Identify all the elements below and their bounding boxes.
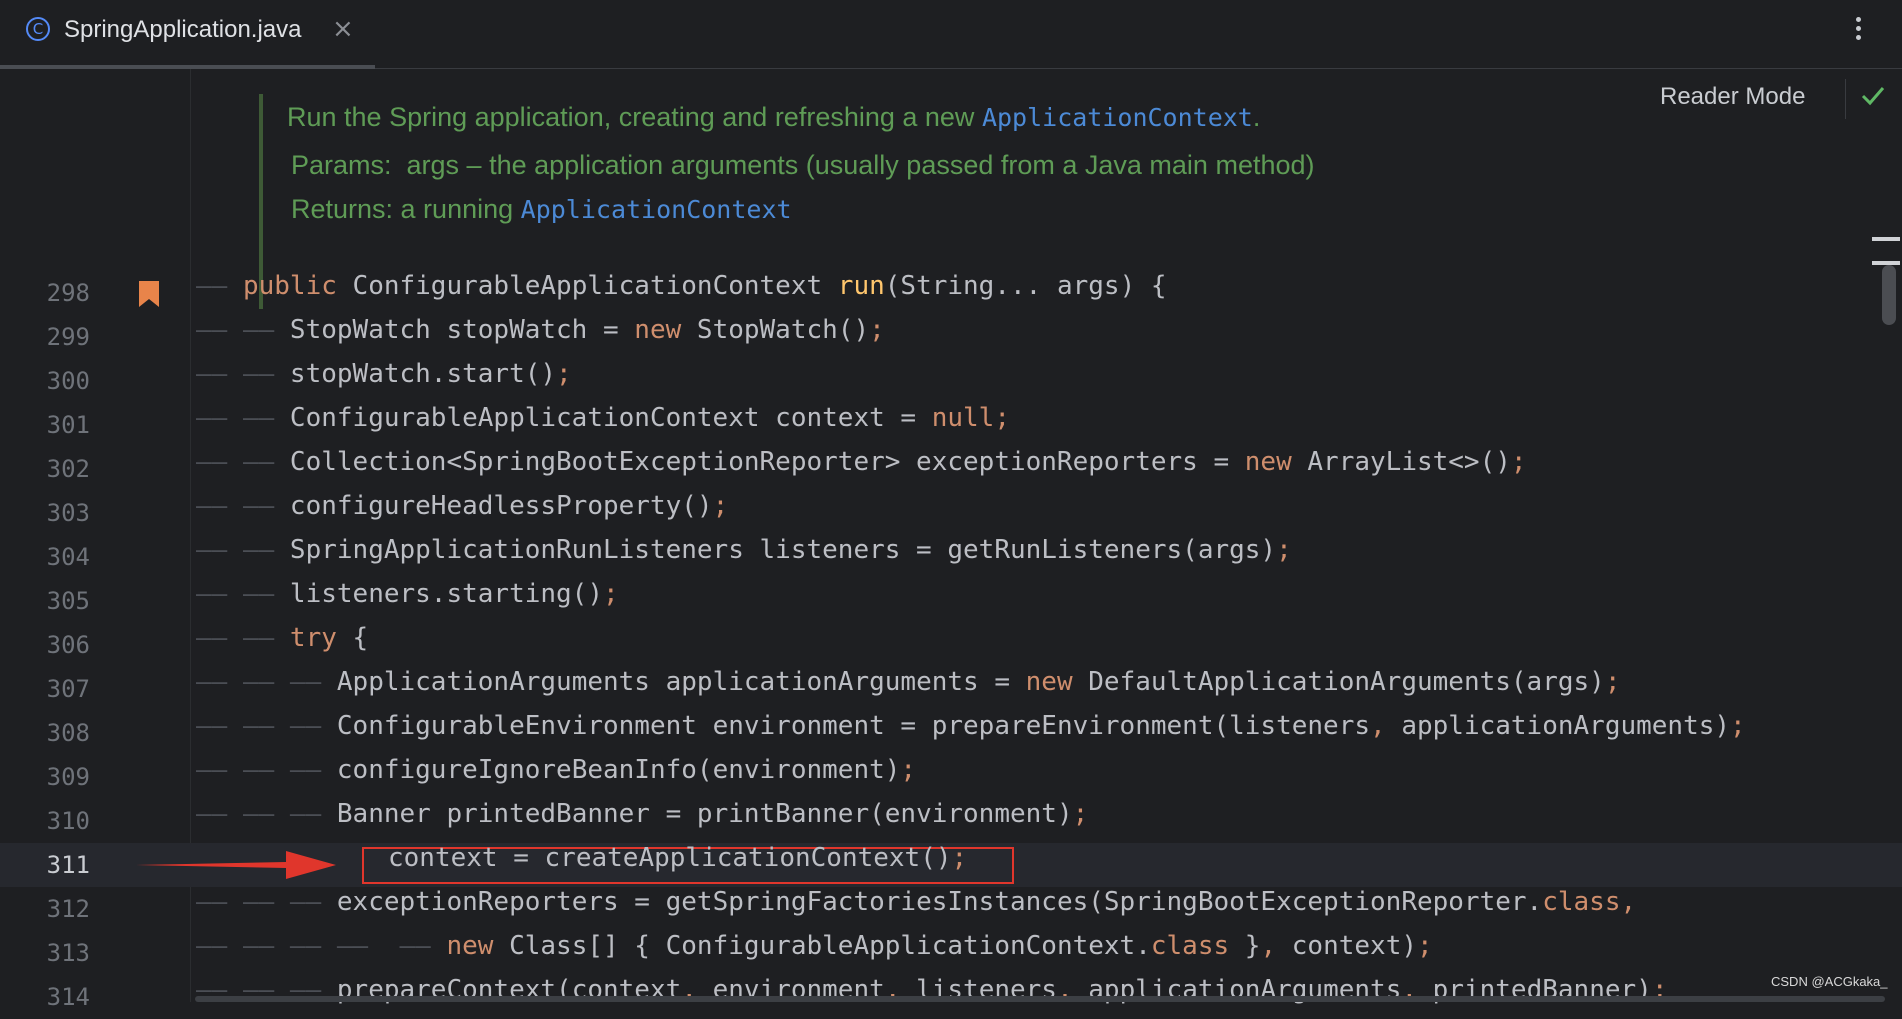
code-line: 304 —— —— SpringApplicationRunListeners … (0, 535, 1902, 579)
line-number: 299 (46, 323, 90, 351)
code-line: 298 —— public ConfigurableApplicationCon… (0, 271, 1902, 315)
tab-springapplication-java[interactable]: C SpringApplication.java × (0, 0, 375, 69)
line-number: 302 (46, 455, 90, 483)
code-text: —— —— —— exceptionReporters = getSpringF… (196, 887, 1637, 917)
java-class-icon: C (26, 17, 50, 41)
code-line: 307 —— —— —— ApplicationArguments applic… (0, 667, 1902, 711)
code-line: 308 —— —— —— ConfigurableEnvironment env… (0, 711, 1902, 755)
code-text: —— —— —— Banner printedBanner = printBan… (196, 799, 1089, 829)
line-number: 312 (46, 895, 90, 923)
code-line: 300 —— —— stopWatch.start(); (0, 359, 1902, 403)
code-text: —— —— Collection<SpringBootExceptionRepo… (196, 447, 1527, 477)
code-text: —— —— —— ApplicationArguments applicatio… (196, 667, 1621, 697)
line-number: 298 (46, 279, 90, 307)
code-line: 301 —— —— ConfigurableApplicationContext… (0, 403, 1902, 447)
code-text: —— —— —— —— —— new Class[] { Configurabl… (196, 931, 1433, 961)
line-number: 306 (46, 631, 90, 659)
line-number: 304 (46, 543, 90, 571)
red-arrow-icon (136, 851, 336, 879)
line-number: 309 (46, 763, 90, 791)
code-text: —— —— stopWatch.start(); (196, 359, 572, 389)
code-text: —— —— —— configureIgnoreBeanInfo(environ… (196, 755, 917, 785)
reader-mode-button[interactable]: Reader Mode (1660, 83, 1805, 111)
javadoc-params: Params: args – the application arguments… (291, 150, 1315, 180)
check-icon[interactable] (1860, 83, 1886, 109)
editor-tab-bar: C SpringApplication.java × (0, 0, 1902, 69)
line-number: 301 (46, 411, 90, 439)
javadoc-link[interactable]: ApplicationContext (521, 195, 792, 224)
line-number: 305 (46, 587, 90, 615)
line-number: 313 (46, 939, 90, 967)
code-line: 310 —— —— —— Banner printedBanner = prin… (0, 799, 1902, 843)
javadoc-link[interactable]: ApplicationContext (982, 103, 1253, 132)
code-line: 313 —— —— —— —— —— new Class[] { Configu… (0, 931, 1902, 975)
code-editor[interactable]: Reader Mode Run the Spring application, … (0, 69, 1902, 1011)
code-line: 309 —— —— —— configureIgnoreBeanInfo(env… (0, 755, 1902, 799)
toolbar-divider (1845, 79, 1846, 119)
bookmark-icon[interactable] (139, 281, 159, 307)
tab-title: SpringApplication.java (64, 16, 302, 43)
code-line: 305 —— —— listeners.starting(); (0, 579, 1902, 623)
line-number: 310 (46, 807, 90, 835)
javadoc-returns: Returns: a running ApplicationContext (291, 194, 792, 224)
code-line: 302 —— —— Collection<SpringBootException… (0, 447, 1902, 491)
code-text: —— —— —— ConfigurableEnvironment environ… (196, 711, 1746, 741)
javadoc-summary: Run the Spring application, creating and… (287, 102, 1261, 132)
line-number: 308 (46, 719, 90, 747)
code-line: 312 —— —— —— exceptionReporters = getSpr… (0, 887, 1902, 931)
code-text: —— public ConfigurableApplicationContext… (196, 271, 1167, 301)
more-options-icon[interactable] (1848, 14, 1868, 48)
code-text: —— —— try { (196, 623, 369, 653)
code-text: —— —— StopWatch stopWatch = new StopWatc… (196, 315, 885, 345)
code-text: —— —— listeners.starting(); (196, 579, 619, 609)
line-number: 311 (46, 851, 90, 879)
watermark: CSDN @ACGkaka_ (1771, 974, 1888, 989)
horizontal-scrollbar[interactable] (195, 996, 1885, 1002)
code-line: 303 —— —— configureHeadlessProperty(); (0, 491, 1902, 535)
code-line: 306 —— —— try { (0, 623, 1902, 667)
line-number: 307 (46, 675, 90, 703)
current-code-line: 311 context = createApplicationContext()… (0, 843, 1902, 887)
line-number: 314 (46, 983, 90, 1011)
code-line: 299 —— —— StopWatch stopWatch = new Stop… (0, 315, 1902, 359)
code-text: context = createApplicationContext(); (388, 843, 968, 873)
code-text: —— —— ConfigurableApplicationContext con… (196, 403, 1010, 433)
code-text: —— —— SpringApplicationRunListeners list… (196, 535, 1292, 565)
line-number: 300 (46, 367, 90, 395)
code-text: —— —— configureHeadlessProperty(); (196, 491, 729, 521)
line-number: 303 (46, 499, 90, 527)
close-icon[interactable]: × (332, 14, 354, 44)
